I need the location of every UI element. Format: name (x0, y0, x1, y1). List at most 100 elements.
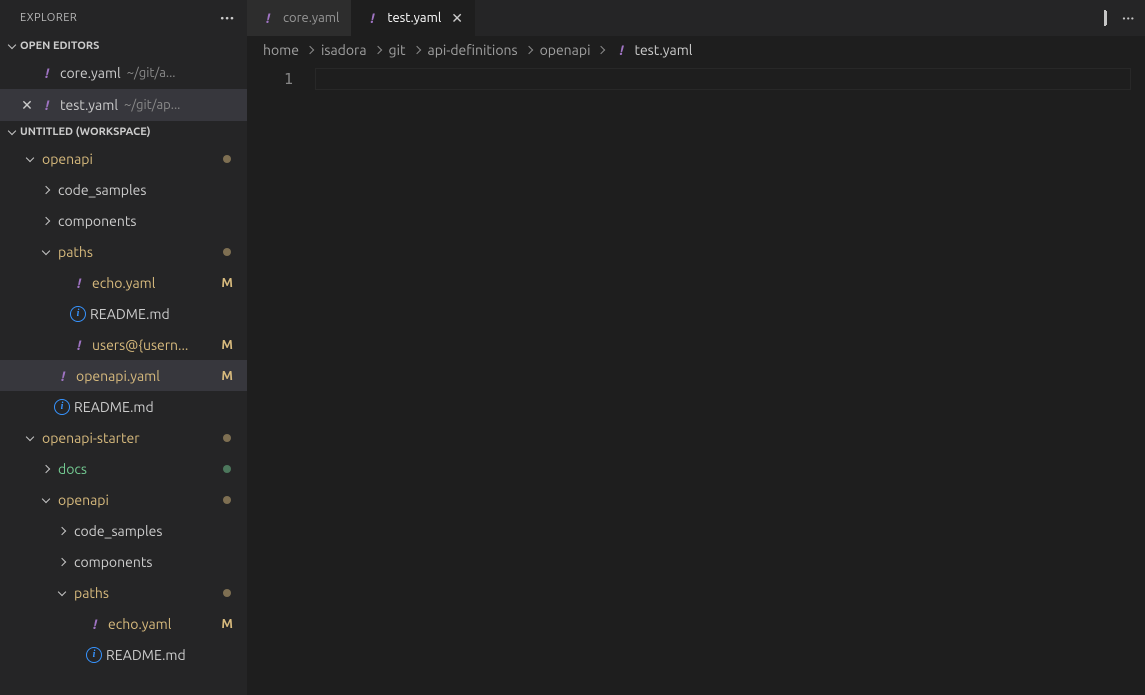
line-gutter: 1 (247, 64, 315, 695)
open-editors-header[interactable]: OPEN EDITORS (0, 35, 247, 57)
yaml-file-icon: ! (259, 10, 277, 26)
git-modified-badge: M (221, 276, 233, 290)
tree-folder[interactable]: openapi (0, 143, 247, 174)
git-status-dot (223, 248, 231, 256)
tree-label: openapi (42, 151, 93, 167)
breadcrumb-segment[interactable]: openapi (540, 42, 591, 58)
breadcrumb-file[interactable]: !test.yaml (612, 42, 692, 58)
open-editor-filename: core.yaml (60, 65, 121, 81)
tab-bar: ! core.yaml! test.yaml ✕ ··· (247, 0, 1145, 36)
chevron-down-icon (38, 498, 54, 502)
chevron-right-icon (375, 47, 381, 53)
chevron-down-icon (4, 44, 20, 48)
breadcrumb-segment[interactable]: isadora (321, 42, 367, 58)
explorer-sidebar: EXPLORER ··· OPEN EDITORS !core.yaml~/gi… (0, 0, 247, 695)
tree-folder[interactable]: docs (0, 453, 247, 484)
git-status-dot (223, 589, 231, 597)
chevron-right-icon (38, 218, 54, 224)
open-editor-path: ~/git/a... (127, 66, 176, 80)
chevron-right-icon (54, 528, 70, 534)
tree-file[interactable]: !users@{usern... M (0, 329, 247, 360)
tree-file[interactable]: !echo.yaml M (0, 608, 247, 639)
tree-label: paths (58, 244, 93, 260)
tabs-container: ! core.yaml! test.yaml ✕ (247, 0, 475, 36)
tree-folder[interactable]: paths (0, 577, 247, 608)
tree-label: openapi (58, 492, 109, 508)
yaml-file-icon: ! (70, 337, 88, 353)
editor-tab[interactable]: ! core.yaml (247, 0, 351, 36)
breadcrumb-filename: test.yaml (634, 42, 692, 58)
tree-label: openapi-starter (42, 430, 140, 446)
tree-label: docs (58, 461, 87, 477)
tree-label: components (58, 213, 136, 229)
tree-label: components (74, 554, 152, 570)
open-editors-label: OPEN EDITORS (20, 40, 99, 52)
editor-more-icon[interactable]: ··· (1122, 11, 1135, 25)
tabbar-spacer (475, 0, 1094, 36)
tree-file[interactable]: iREADME.md (0, 391, 247, 422)
git-modified-badge: M (221, 338, 233, 352)
yaml-file-icon: ! (38, 65, 56, 81)
chevron-right-icon (38, 187, 54, 193)
open-editor-item[interactable]: ✕!test.yaml~/git/ap... (0, 89, 247, 121)
close-icon[interactable]: ✕ (21, 97, 33, 114)
tree-folder[interactable]: openapi-starter (0, 422, 247, 453)
breadcrumbs[interactable]: home isadora git api-definitions openapi !tes… (247, 36, 1145, 64)
tree-folder[interactable]: openapi (0, 484, 247, 515)
tree-file[interactable]: iREADME.md (0, 639, 247, 670)
git-modified-badge: M (221, 369, 233, 383)
tree-label: code_samples (58, 182, 146, 198)
git-status-dot (223, 465, 231, 473)
tree-label: echo.yaml (108, 616, 171, 632)
yaml-file-icon: ! (38, 97, 56, 113)
breadcrumb-segment[interactable]: api-definitions (428, 42, 518, 58)
yaml-file-icon: ! (70, 275, 88, 291)
tree-label: code_samples (74, 523, 162, 539)
editor-pane[interactable]: 1 (247, 64, 1145, 695)
tree-file[interactable]: !echo.yaml M (0, 267, 247, 298)
editor-content[interactable] (315, 64, 1131, 695)
tree-label: paths (74, 585, 109, 601)
close-icon[interactable]: ✕ (451, 10, 463, 27)
info-file-icon: i (54, 399, 70, 415)
tree-folder[interactable]: components (0, 205, 247, 236)
tree-label: README.md (106, 647, 186, 663)
chevron-down-icon (4, 130, 20, 134)
chevron-right-icon (526, 47, 532, 53)
info-file-icon: i (86, 647, 102, 663)
close-slot[interactable]: ✕ (16, 97, 38, 114)
editor-area: ! core.yaml !test.yaml ✕ ··· home isadora git… (247, 0, 1145, 695)
tree-file[interactable]: iREADME.md (0, 298, 247, 329)
file-tree: openapicode_samplescomponentspaths!echo.… (0, 143, 247, 670)
tree-label: openapi.yaml (76, 368, 160, 384)
open-editors-list: !core.yaml ~/git/a... ✕!test.yaml~/git/ap.… (0, 57, 247, 121)
editor-tab[interactable]: !test.yaml✕ (351, 0, 475, 36)
open-editor-item[interactable]: !core.yaml ~/git/a... (0, 57, 247, 89)
open-editor-path: ~/git/ap... (124, 98, 180, 112)
yaml-file-icon: ! (54, 368, 72, 384)
yaml-file-icon: ! (86, 616, 104, 632)
git-modified-badge: M (221, 617, 233, 631)
git-status-dot (223, 155, 231, 163)
tabbar-actions: ··· (1094, 0, 1145, 36)
tree-folder[interactable]: paths (0, 236, 247, 267)
tree-file[interactable]: !openapi.yaml M (0, 360, 247, 391)
tree-folder[interactable]: code_samples (0, 174, 247, 205)
chevron-right-icon (598, 47, 604, 53)
chevron-down-icon (38, 250, 54, 254)
tree-folder[interactable]: code_samples (0, 515, 247, 546)
chevron-down-icon (22, 157, 38, 161)
tab-label: test.yaml (387, 11, 441, 25)
workspace-header[interactable]: UNTITLED (WORKSPACE) (0, 121, 247, 143)
chevron-down-icon (22, 436, 38, 440)
tree-folder[interactable]: components (0, 546, 247, 577)
current-line-highlight (315, 68, 1131, 90)
breadcrumb-segment[interactable]: home (263, 42, 299, 58)
tree-label: users@{usern... (92, 337, 188, 353)
tree-label: echo.yaml (92, 275, 155, 291)
breadcrumb-segment[interactable]: git (389, 42, 406, 58)
explorer-more-icon[interactable]: ··· (220, 9, 235, 27)
minimap[interactable] (1131, 64, 1145, 695)
split-editor-icon[interactable] (1104, 11, 1106, 25)
tab-label: core.yaml (283, 11, 339, 25)
